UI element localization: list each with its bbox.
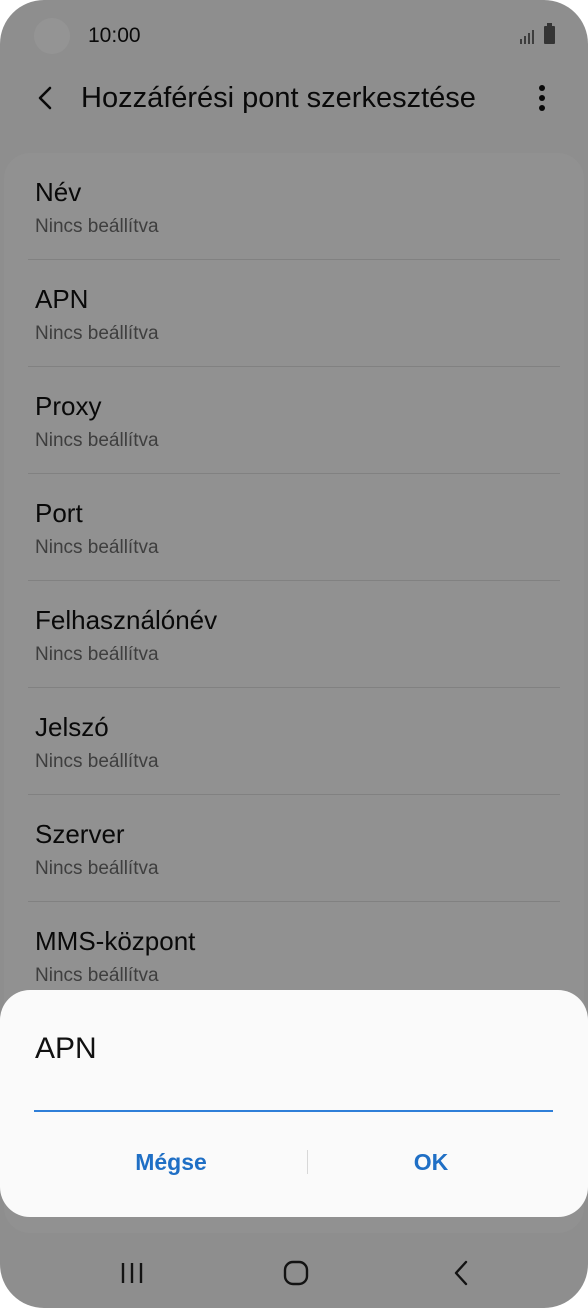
- ok-button[interactable]: OK: [311, 1138, 551, 1186]
- cancel-button[interactable]: Mégse: [51, 1138, 291, 1186]
- dialog-title: APN: [35, 1032, 97, 1065]
- button-divider: [307, 1150, 308, 1174]
- apn-dialog: APN Mégse OK: [0, 990, 588, 1217]
- phone-screen: 10:00 Hozzáférési pont szerkesztése Név …: [0, 0, 588, 1308]
- apn-input[interactable]: [34, 1070, 553, 1112]
